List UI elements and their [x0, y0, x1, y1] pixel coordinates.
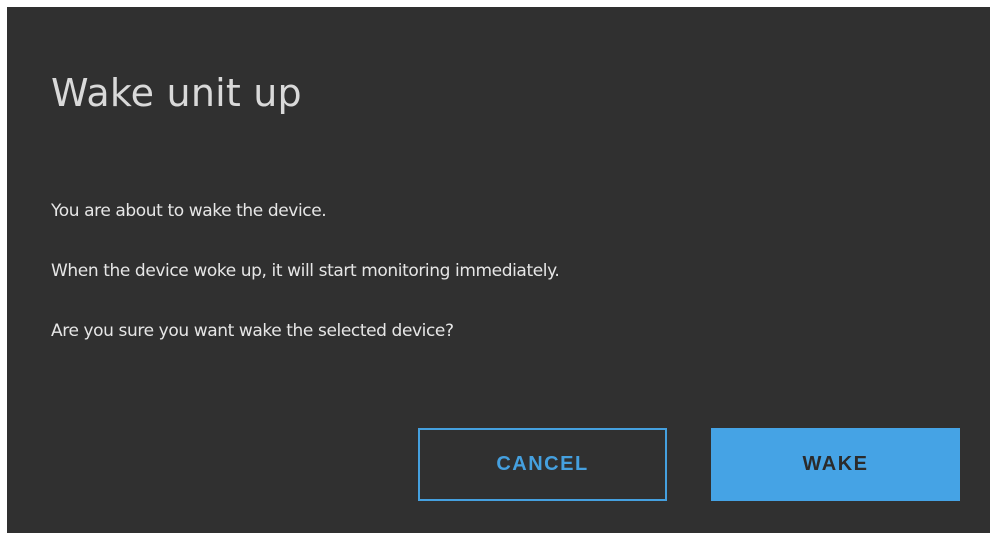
- cancel-button[interactable]: CANCEL: [418, 428, 667, 501]
- wake-button[interactable]: WAKE: [711, 428, 960, 501]
- dialog-message-monitoring: When the device woke up, it will start m…: [51, 261, 560, 281]
- wake-unit-dialog: Wake unit up You are about to wake the d…: [7, 7, 990, 533]
- dialog-message-confirm: Are you sure you want wake the selected …: [51, 321, 454, 341]
- dialog-title: Wake unit up: [51, 71, 302, 115]
- dialog-message-intro: You are about to wake the device.: [51, 201, 327, 221]
